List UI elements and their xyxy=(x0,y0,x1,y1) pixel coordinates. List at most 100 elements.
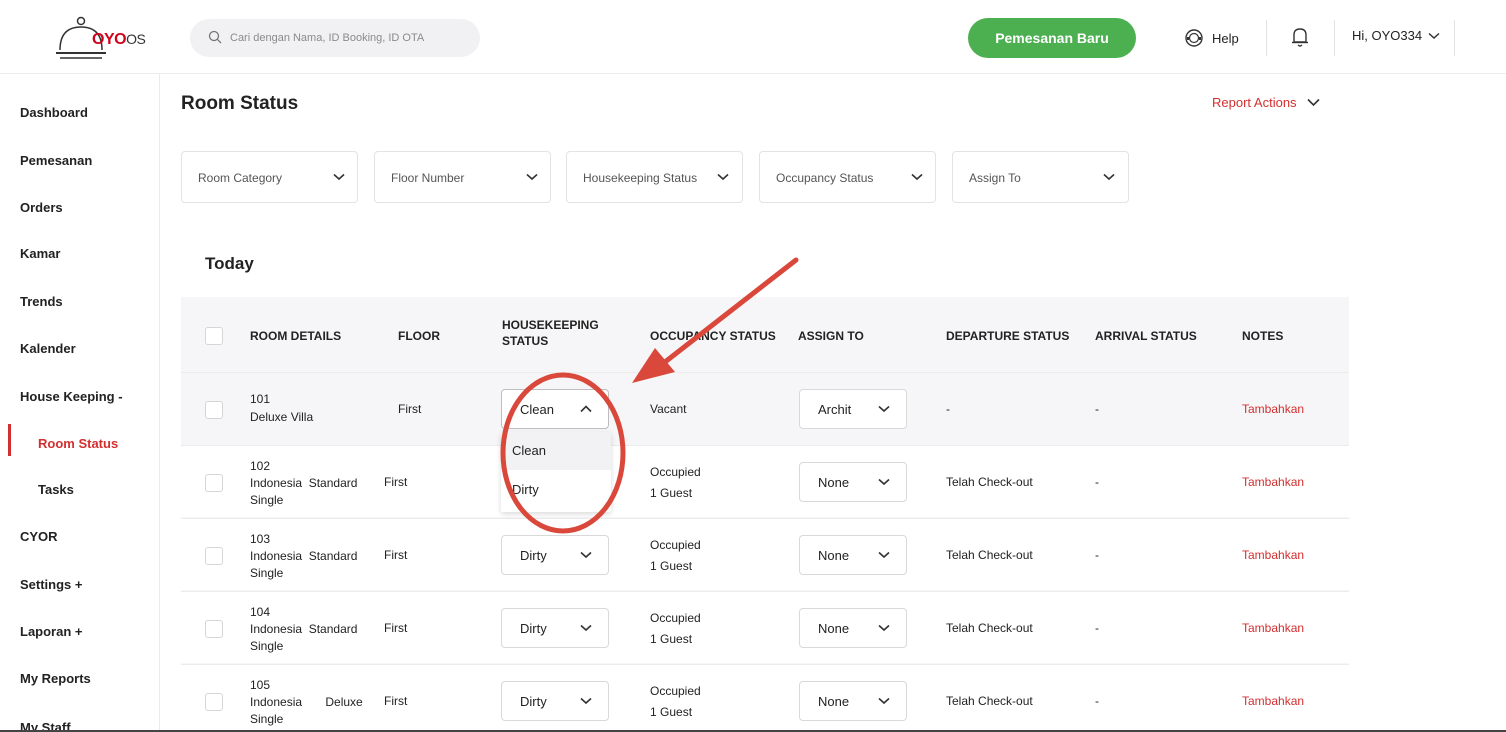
sidebar-item-my-reports[interactable]: My Reports xyxy=(20,671,91,686)
col-departure-status: DEPARTURE STATUS xyxy=(946,329,1070,343)
room-floor: First xyxy=(384,548,408,562)
room-number: 104 xyxy=(250,605,271,619)
select-all-checkbox[interactable] xyxy=(205,327,223,345)
sidebar-item-dashboard[interactable]: Dashboard xyxy=(20,105,88,120)
search-box[interactable] xyxy=(190,19,480,57)
add-note-link[interactable]: Tambahkan xyxy=(1242,620,1304,636)
sidebar-item-room-status[interactable]: Room Status xyxy=(38,436,118,451)
sidebar-item-tasks[interactable]: Tasks xyxy=(38,482,74,497)
chevron-down-icon xyxy=(333,173,345,181)
arrival-status: - xyxy=(1095,694,1099,708)
occupancy-status: Occupied xyxy=(650,684,701,698)
oyo-logo[interactable]: OYOOS xyxy=(56,16,146,62)
chevron-down-icon xyxy=(580,697,592,705)
notification-bell-icon[interactable] xyxy=(1290,26,1310,48)
arrival-status: - xyxy=(1095,548,1099,562)
chevron-down-icon xyxy=(717,173,729,181)
add-note-link[interactable]: Tambahkan xyxy=(1242,401,1304,417)
header-divider xyxy=(1266,20,1267,56)
sidebar-item-laporan[interactable]: Laporan + xyxy=(20,624,83,639)
room-number: 101 xyxy=(250,392,271,406)
chevron-down-icon xyxy=(878,478,890,486)
support-agent-icon xyxy=(1185,29,1203,47)
housekeeping-select[interactable]: Clean xyxy=(501,389,609,429)
guest-count: 1 Guest xyxy=(650,705,693,719)
add-note-link[interactable]: Tambahkan xyxy=(1242,693,1304,709)
housekeeping-value: Dirty xyxy=(520,621,547,636)
housekeeping-dropdown-menu: Clean Dirty xyxy=(501,432,611,512)
filter-occupancy-status[interactable]: Occupancy Status xyxy=(759,151,936,203)
room-type-line2: Single xyxy=(250,639,284,653)
table-row: 104 Indonesia Standard Single First Dirt… xyxy=(181,591,1349,663)
arrival-status: - xyxy=(1095,475,1099,489)
row-checkbox[interactable] xyxy=(205,547,223,565)
guest-count: 1 Guest xyxy=(650,486,693,500)
user-menu[interactable]: Hi, OYO334 xyxy=(1352,28,1440,43)
sidebar-item-pemesanan[interactable]: Pemesanan xyxy=(20,153,92,168)
sidebar-item-orders[interactable]: Orders xyxy=(20,200,63,215)
sidebar-item-kamar[interactable]: Kamar xyxy=(20,246,60,261)
col-housekeeping-status: HOUSEKEEPING STATUS xyxy=(502,317,599,349)
sidebar-item-cyor[interactable]: CYOR xyxy=(20,529,58,544)
housekeeping-select[interactable]: Dirty xyxy=(501,608,609,648)
room-number: 103 xyxy=(250,532,271,546)
row-checkbox[interactable] xyxy=(205,693,223,711)
dropdown-option-clean[interactable]: Clean xyxy=(501,432,611,470)
report-actions-dropdown[interactable]: Report Actions xyxy=(1212,95,1320,110)
search-input[interactable] xyxy=(230,28,470,48)
departure-status: Telah Check-out xyxy=(946,694,1033,708)
filter-label: Occupancy Status xyxy=(776,171,874,185)
chevron-down-icon xyxy=(580,551,592,559)
occupancy-status: Vacant xyxy=(650,402,687,416)
row-checkbox[interactable] xyxy=(205,401,223,419)
occupancy-status: Occupied xyxy=(650,465,701,479)
filter-floor-number[interactable]: Floor Number xyxy=(374,151,551,203)
housekeeping-select[interactable]: Dirty xyxy=(501,681,609,721)
guest-count: 1 Guest xyxy=(650,559,693,573)
room-number: 105 xyxy=(250,678,271,692)
help-link[interactable]: Help xyxy=(1184,28,1239,48)
room-type: Indonesia Standard xyxy=(250,622,358,636)
departure-status: Telah Check-out xyxy=(946,548,1033,562)
col-arrival-status: ARRIVAL STATUS xyxy=(1095,329,1197,343)
filter-room-category[interactable]: Room Category xyxy=(181,151,358,203)
row-checkbox[interactable] xyxy=(205,474,223,492)
row-checkbox[interactable] xyxy=(205,620,223,638)
chevron-down-icon xyxy=(878,405,890,413)
report-actions-label: Report Actions xyxy=(1212,95,1297,110)
assign-select[interactable]: Archit xyxy=(799,389,907,429)
assign-select[interactable]: None xyxy=(799,535,907,575)
chevron-down-icon xyxy=(526,173,538,181)
header-divider xyxy=(1454,20,1455,56)
sidebar-item-trends[interactable]: Trends xyxy=(20,294,63,309)
sidebar-item-settings[interactable]: Settings + xyxy=(20,577,83,592)
sidebar-item-kalender[interactable]: Kalender xyxy=(20,341,76,356)
add-note-link[interactable]: Tambahkan xyxy=(1242,474,1304,490)
room-type-line2: Single xyxy=(250,493,284,507)
card-header: Today xyxy=(181,227,1349,297)
assign-select[interactable]: None xyxy=(799,462,907,502)
filter-housekeeping-status[interactable]: Housekeeping Status xyxy=(566,151,743,203)
top-bar: OYOOS Pemesanan Baru Help Hi, OYO334 xyxy=(0,0,1506,74)
chevron-down-icon xyxy=(878,551,890,559)
arrival-status: - xyxy=(1095,402,1099,416)
add-note-link[interactable]: Tambahkan xyxy=(1242,547,1304,563)
chevron-down-icon xyxy=(1306,98,1320,107)
col-housekeeping-line1: HOUSEKEEPING xyxy=(502,318,599,332)
table-row: 105 Indonesia Deluxe Single First Dirty … xyxy=(181,664,1349,732)
guest-count: 1 Guest xyxy=(650,632,693,646)
assign-select[interactable]: None xyxy=(799,608,907,648)
header-divider xyxy=(1334,20,1335,56)
assign-select[interactable]: None xyxy=(799,681,907,721)
sidebar: Dashboard Pemesanan Orders Kamar Trends … xyxy=(0,74,160,732)
new-booking-button[interactable]: Pemesanan Baru xyxy=(968,18,1136,58)
col-notes: NOTES xyxy=(1242,329,1284,343)
chevron-down-icon xyxy=(1103,173,1115,181)
dropdown-option-dirty[interactable]: Dirty xyxy=(501,471,611,509)
sidebar-item-house-keeping[interactable]: House Keeping - xyxy=(20,389,123,404)
housekeeping-select[interactable]: Dirty xyxy=(501,535,609,575)
room-type: Indonesia Standard xyxy=(250,476,358,490)
departure-status: Telah Check-out xyxy=(946,621,1033,635)
departure-status: Telah Check-out xyxy=(946,475,1033,489)
filter-assign-to[interactable]: Assign To xyxy=(952,151,1129,203)
